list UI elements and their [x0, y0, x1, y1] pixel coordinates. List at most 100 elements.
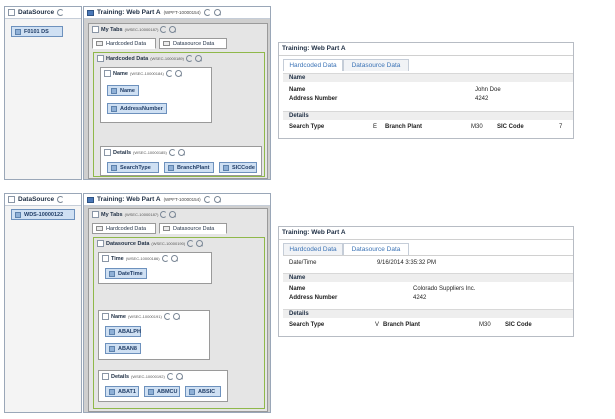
zoom-icon[interactable]: [172, 313, 180, 320]
bottom-field-aban8[interactable]: ABAN8: [105, 343, 141, 354]
zoom-icon[interactable]: [175, 373, 183, 380]
refresh-icon[interactable]: [203, 9, 211, 16]
bottom-datasource-chip[interactable]: WDS-10000122: [11, 209, 75, 220]
field-icon: [111, 87, 117, 94]
zoom-icon[interactable]: [194, 55, 202, 62]
checkbox-icon[interactable]: [92, 211, 99, 218]
tab-icon: [163, 226, 170, 231]
bottom-field-abalph-label: ABALPH: [118, 328, 141, 335]
zoom-icon[interactable]: [174, 70, 182, 77]
bottom-rendered-name-header: Name: [283, 273, 573, 282]
tab-icon: [96, 41, 103, 46]
top-tab-hardcoded[interactable]: Hardcoded Data: [92, 38, 156, 49]
top-hardcoded-id: (WSEC-10000189): [150, 56, 184, 61]
field-icon: [223, 164, 229, 171]
checkbox-icon[interactable]: [92, 26, 99, 33]
bottom-field-abalph[interactable]: ABALPH: [105, 326, 141, 337]
webpart-icon: [87, 9, 94, 16]
top-field-name[interactable]: Name: [107, 85, 139, 96]
top-hardcoded-section: Hardcoded Data (WSEC-10000189) Name (WSE…: [93, 52, 265, 177]
top-rendered-branchplant-value: M30: [471, 124, 483, 130]
zoom-icon[interactable]: [169, 211, 177, 218]
bottom-rendered-address-label: Address Number: [289, 295, 338, 301]
bottom-field-datetime[interactable]: DateTime: [105, 268, 147, 279]
top-name-label: Name: [113, 70, 128, 77]
field-icon: [109, 270, 115, 277]
bottom-tab-hardcoded[interactable]: Hardcoded Data: [92, 223, 156, 234]
bottom-field-absic[interactable]: ABSIC: [185, 386, 221, 397]
top-rendered-title: Training: Web Part A: [282, 45, 346, 52]
field-icon: [168, 164, 174, 171]
top-datasource-panel: DataSource F0101 DS: [4, 6, 82, 180]
bottom-field-abat1[interactable]: ABAT1: [105, 386, 139, 397]
zoom-icon[interactable]: [177, 149, 185, 156]
bottom-field-absic-label: ABSIC: [198, 388, 216, 395]
bottom-webpart-id: (WPFT-10000154): [163, 197, 201, 202]
bottom-time-section: Time (WSEC-10000186) DateTime: [98, 252, 212, 284]
refresh-icon[interactable]: [166, 373, 174, 380]
bottom-rendered-title: Training: Web Part A: [282, 229, 346, 236]
checkbox-icon[interactable]: [97, 55, 104, 62]
top-rendered-tab-hardcoded[interactable]: Hardcoded Data: [283, 59, 343, 71]
top-details-section: Details (WSEC-10000185) SearchType Branc…: [100, 146, 262, 176]
top-webpart-id: (WPFT-10000154): [163, 10, 201, 15]
datasource-icon: [15, 211, 21, 218]
top-datasource-chip[interactable]: F0101 DS: [11, 26, 63, 37]
refresh-icon[interactable]: [161, 255, 169, 262]
refresh-icon[interactable]: [160, 211, 168, 218]
refresh-icon[interactable]: [57, 196, 65, 203]
refresh-icon[interactable]: [187, 240, 195, 247]
top-field-siccode[interactable]: SICCode: [219, 162, 257, 173]
zoom-icon[interactable]: [169, 26, 177, 33]
zoom-icon[interactable]: [213, 196, 221, 203]
checkbox-icon[interactable]: [102, 373, 109, 380]
top-field-name-label: Name: [120, 87, 135, 94]
checkbox-icon[interactable]: [97, 240, 104, 247]
checkbox-icon[interactable]: [8, 196, 15, 203]
bottom-field-abmcu-label: ABMCU: [157, 388, 178, 395]
refresh-icon[interactable]: [57, 9, 65, 16]
refresh-icon[interactable]: [163, 313, 171, 320]
checkbox-icon[interactable]: [8, 9, 15, 16]
top-name-section: Name (WSEC-10000184) Name AddressNumber: [100, 67, 212, 123]
checkbox-icon[interactable]: [102, 255, 109, 262]
top-field-branchplant[interactable]: BranchPlant: [164, 162, 214, 173]
bottom-time-label: Time: [111, 255, 124, 262]
top-rendered-name-label: Name: [289, 87, 306, 93]
field-icon: [109, 388, 115, 395]
refresh-icon[interactable]: [203, 196, 211, 203]
zoom-icon[interactable]: [213, 9, 221, 16]
top-field-searchtype[interactable]: SearchType: [107, 162, 159, 173]
checkbox-icon[interactable]: [104, 149, 111, 156]
checkbox-icon[interactable]: [102, 313, 109, 320]
webpart-icon: [87, 196, 94, 203]
bottom-dsdata-title: Datasource Data (WSEC-10000190): [97, 240, 204, 247]
bottom-tab-hardcoded-label: Hardcoded Data: [106, 225, 147, 232]
bottom-field-abmcu[interactable]: ABMCU: [144, 386, 180, 397]
top-details-label: Details: [113, 149, 132, 156]
bottom-details-id: (WSEC-10000192): [131, 374, 165, 379]
top-field-addressnumber[interactable]: AddressNumber: [107, 103, 167, 114]
bottom-mytabs-container: My Tabs (WSEC-10000187) Hardcoded Data D…: [88, 208, 268, 412]
checkbox-icon[interactable]: [104, 70, 111, 77]
bottom-rendered-datetime-label: Date/Time: [289, 260, 317, 266]
bottom-datasource-title: DataSource: [18, 196, 55, 203]
top-tab-datasource[interactable]: Datasource Data: [159, 38, 227, 49]
bottom-rendered-tab-hardcoded[interactable]: Hardcoded Data: [283, 243, 343, 255]
bottom-rendered-tab-datasource[interactable]: Datasource Data: [343, 243, 409, 255]
refresh-icon[interactable]: [168, 149, 176, 156]
zoom-icon[interactable]: [196, 240, 204, 247]
top-rendered-tab-datasource[interactable]: Datasource Data: [343, 59, 409, 71]
top-datasource-chip-label: F0101 DS: [24, 28, 49, 35]
refresh-icon[interactable]: [165, 70, 173, 77]
top-tab-datasource-label: Datasource Data: [173, 40, 215, 47]
top-rendered-webpart: Training: Web Part A Hardcoded Data Data…: [278, 42, 574, 139]
bottom-datasource-panel: DataSource WDS-10000122: [4, 193, 82, 413]
divider: [279, 55, 573, 56]
refresh-icon[interactable]: [185, 55, 193, 62]
zoom-icon[interactable]: [170, 255, 178, 262]
top-field-addressnumber-label: AddressNumber: [120, 105, 163, 112]
refresh-icon[interactable]: [160, 26, 168, 33]
top-webpart-panel: Training: Web Part A (WPFT-10000154) My …: [83, 6, 271, 180]
bottom-tab-datasource[interactable]: Datasource Data: [159, 223, 227, 234]
